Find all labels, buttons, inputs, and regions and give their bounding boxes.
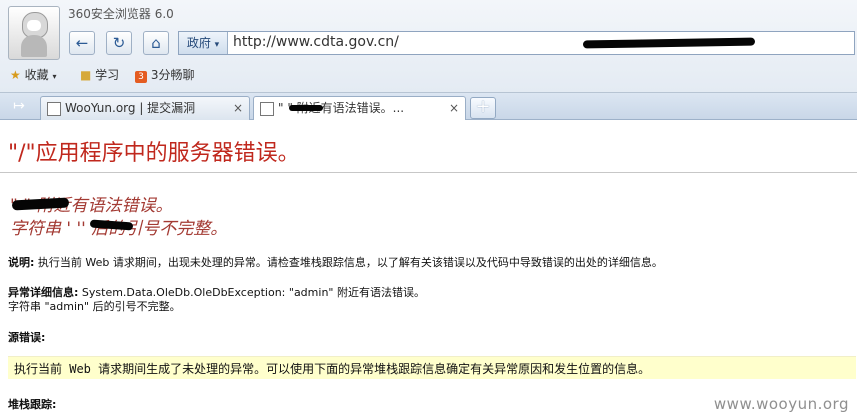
new-tab-button[interactable]: + xyxy=(470,97,496,119)
horizontal-divider xyxy=(0,172,857,173)
source-error-heading: 源错误: xyxy=(8,331,46,344)
tab-label: WooYun.org | 提交漏洞 xyxy=(65,101,196,115)
folder-icon: ■ xyxy=(80,68,92,82)
chevron-down-icon: ▾ xyxy=(52,72,57,81)
favorites-menu[interactable]: ★ 收藏 ▾ xyxy=(10,66,56,83)
bookmark-label: 学习 xyxy=(95,68,120,82)
tab-wooyun[interactable]: WooYun.org | 提交漏洞 × xyxy=(40,96,250,120)
bookmark-study[interactable]: ■ 学习 xyxy=(80,66,119,83)
page-favicon-icon xyxy=(260,102,274,116)
browser-toolbar: 360安全浏览器 6.0 ← ↻ ⌂ 政府 ▾ http://www.cdta.… xyxy=(0,0,857,93)
watermark: www.wooyun.org xyxy=(713,395,849,413)
url-text: http://www.cdta.gov.cn/ xyxy=(233,34,399,50)
user-avatar[interactable] xyxy=(8,6,60,60)
page-title: "/"应用程序中的服务器错误。 xyxy=(8,141,300,166)
bookmark-label: 3分畅聊 xyxy=(150,68,195,82)
tab-error-page[interactable]: " " 附近有语法错误。... × xyxy=(253,96,466,121)
page-favicon-icon xyxy=(47,102,61,116)
address-category-label: 政府 xyxy=(186,36,211,50)
redaction-mark xyxy=(289,105,323,111)
home-icon: ⌂ xyxy=(151,34,161,52)
chat-app-icon: 3 xyxy=(135,71,147,83)
description-section: 说明: 执行当前 Web 请求期间，出现未处理的异常。请检查堆栈跟踪信息，以了解… xyxy=(8,254,663,270)
tab-bar: ↦ WooYun.org | 提交漏洞 × " " 附近有语法错误。... × … xyxy=(0,93,857,121)
app-title: 360安全浏览器 6.0 xyxy=(68,7,174,21)
web-page-content: "/"应用程序中的服务器错误。 " " 附近有语法错误。 字符串 ' '' 后的… xyxy=(0,120,857,416)
back-arrow-icon: ← xyxy=(75,34,89,52)
bookmark-chat[interactable]: 3 3分畅聊 xyxy=(135,66,194,83)
exception-detail-line-2: 字符串 "admin" 后的引号不完整。 xyxy=(8,300,181,313)
address-bar[interactable]: 政府 ▾ http://www.cdta.gov.cn/ xyxy=(178,31,855,55)
back-button[interactable]: ← xyxy=(69,31,95,55)
favorites-label: 收藏 xyxy=(24,68,49,82)
source-error-box: 执行当前 Web 请求期间生成了未处理的异常。可以使用下面的异常堆栈跟踪信息确定… xyxy=(8,356,856,379)
home-button[interactable]: ⌂ xyxy=(143,31,169,55)
description-text: 执行当前 Web 请求期间，出现未处理的异常。请检查堆栈跟踪信息，以了解有关该错… xyxy=(34,256,663,269)
sidebar-toggle-icon[interactable]: ↦ xyxy=(8,97,30,115)
refresh-icon: ↻ xyxy=(112,34,126,52)
close-tab-icon[interactable]: × xyxy=(233,97,243,119)
bookmarks-bar: ★ 收藏 ▾ ■ 学习 3 3分畅聊 xyxy=(0,63,857,87)
star-icon: ★ xyxy=(10,68,21,82)
refresh-button[interactable]: ↻ xyxy=(106,31,132,55)
source-error-text: 执行当前 Web 请求期间生成了未处理的异常。可以使用下面的异常堆栈跟踪信息确定… xyxy=(14,362,651,376)
avatar-face-icon xyxy=(27,20,41,31)
close-tab-icon[interactable]: × xyxy=(449,97,459,119)
dropdown-arrow-icon: ▾ xyxy=(214,40,220,50)
avatar-body-icon xyxy=(21,35,47,57)
redaction-mark xyxy=(582,37,756,49)
address-category-dropdown[interactable]: 政府 ▾ xyxy=(179,32,228,54)
description-label: 说明: xyxy=(8,256,35,269)
stack-trace-heading: 堆栈跟踪: xyxy=(8,398,57,411)
